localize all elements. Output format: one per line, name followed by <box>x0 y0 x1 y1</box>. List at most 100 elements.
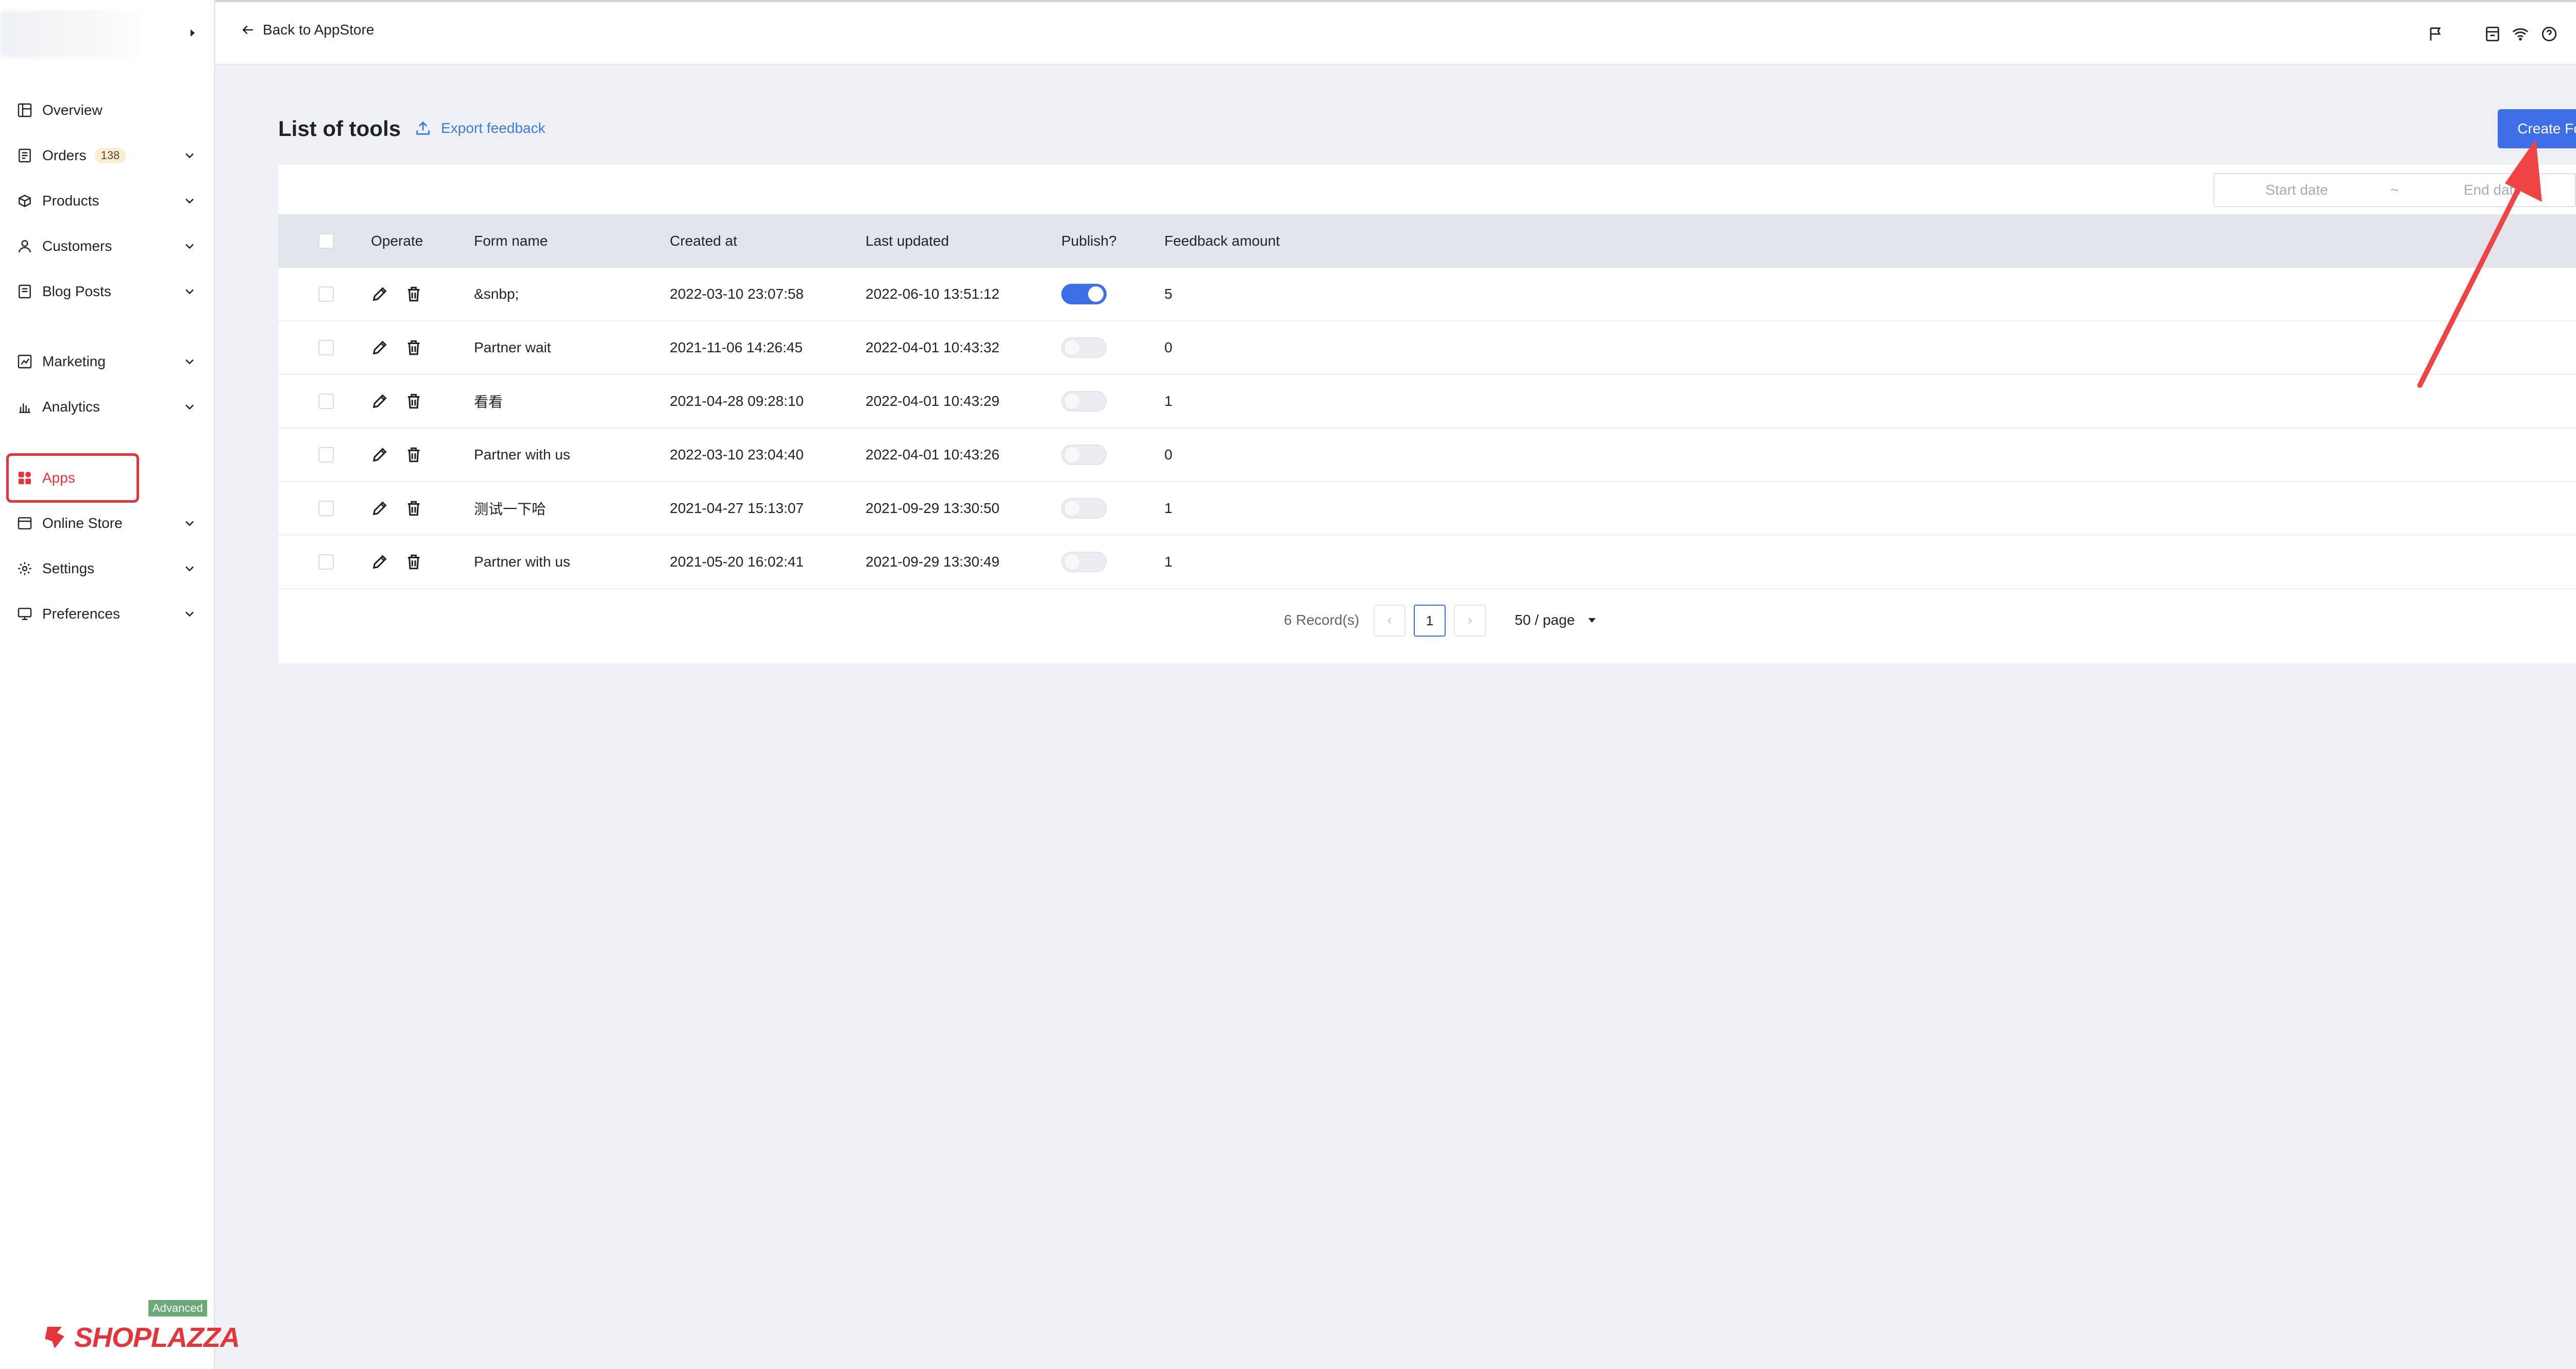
row-checkbox[interactable] <box>318 340 334 355</box>
date-separator: ~ <box>2390 182 2399 198</box>
publish-toggle[interactable] <box>1061 284 1107 304</box>
delete-icon[interactable] <box>405 339 422 356</box>
products-icon <box>15 192 34 210</box>
sidebar-item-orders[interactable]: Orders 138 <box>0 133 215 178</box>
chevron-down-icon[interactable] <box>182 607 197 621</box>
publish-toggle[interactable] <box>1061 444 1107 465</box>
form-name-cell: 测试一下哈 <box>474 501 547 517</box>
create-form-button[interactable]: Create Form <box>2498 109 2576 148</box>
form-name-cell: Partner with us <box>474 554 570 570</box>
last-updated-cell: 2022-04-01 10:43:32 <box>866 339 999 355</box>
select-all-checkbox[interactable] <box>318 233 334 249</box>
toggle-knob <box>1064 340 1080 355</box>
app-root: Overview Orders 138 Products Customers B… <box>0 0 2576 1369</box>
table-row: Partner wait 2021-11-06 14:26:45 2022-04-0… <box>278 321 2576 375</box>
sidebar-item-settings[interactable]: Settings <box>0 546 215 591</box>
tools-table-card: Start date ~ End date Operate Form name … <box>278 165 2576 663</box>
row-checkbox[interactable] <box>318 393 334 409</box>
start-date-input[interactable]: Start date <box>2214 182 2379 198</box>
page-number-button[interactable]: 1 <box>1414 605 1446 637</box>
shoplazza-logo-icon <box>45 1327 64 1348</box>
delete-icon[interactable] <box>405 500 422 517</box>
table-row: &snbp; 2022-03-10 23:07:58 2022-06-10 13:5… <box>278 268 2576 321</box>
header-feedback-amount: Feedback amount <box>1164 233 1280 249</box>
publish-toggle[interactable] <box>1061 337 1107 358</box>
row-checkbox[interactable] <box>318 447 334 463</box>
delete-icon[interactable] <box>405 446 422 464</box>
sidebar-item-preferences[interactable]: Preferences <box>0 591 215 637</box>
chevron-down-icon[interactable] <box>182 354 197 369</box>
back-label: Back to AppStore <box>263 22 375 38</box>
row-checkbox[interactable] <box>318 554 334 570</box>
toggle-knob <box>1088 286 1104 302</box>
brand-name: SHOPLAZZA <box>74 1322 240 1353</box>
dashboard-icon <box>15 101 34 119</box>
delete-icon[interactable] <box>405 553 422 571</box>
pagination: 6 Record(s) 1 50 / page <box>278 602 2576 643</box>
sidebar-item-apps[interactable]: Apps <box>0 453 215 503</box>
sidebar-item-analytics[interactable]: Analytics <box>0 384 215 430</box>
edit-icon[interactable] <box>371 446 388 464</box>
store-icon[interactable] <box>2482 24 2503 44</box>
last-updated-cell: 2021-09-29 13:30:50 <box>866 500 999 516</box>
chevron-right-icon <box>1468 618 1472 624</box>
store-icon <box>15 514 34 533</box>
feedback-amount-cell: 5 <box>1164 286 1173 302</box>
publish-toggle[interactable] <box>1061 552 1107 572</box>
analytics-icon <box>15 398 34 416</box>
wifi-icon[interactable] <box>2510 24 2531 44</box>
chevron-down-icon[interactable] <box>182 400 197 414</box>
next-page-button[interactable] <box>1454 605 1486 637</box>
sidebar-item-label: Preferences <box>42 606 120 622</box>
date-range-picker[interactable]: Start date ~ End date <box>2213 173 2576 207</box>
edit-icon[interactable] <box>371 392 388 410</box>
monitor-icon <box>15 605 34 623</box>
publish-toggle[interactable] <box>1061 391 1107 412</box>
chevron-down-icon[interactable] <box>182 194 197 208</box>
edit-icon[interactable] <box>371 500 388 517</box>
form-name-cell: Partner wait <box>474 339 551 355</box>
chevron-down-icon[interactable] <box>182 284 197 299</box>
delete-icon[interactable] <box>405 285 422 303</box>
edit-icon[interactable] <box>371 553 388 571</box>
sidebar-item-label: Overview <box>42 102 103 118</box>
end-date-input[interactable]: End date <box>2410 182 2575 198</box>
publish-toggle[interactable] <box>1061 498 1107 519</box>
sidebar-toggle-icon[interactable] <box>187 26 199 40</box>
sidebar-item-marketing[interactable]: Marketing <box>0 339 215 384</box>
sidebar-item-label: Orders <box>42 147 87 163</box>
back-to-appstore-link[interactable]: Back to AppStore <box>240 22 374 38</box>
created-at-cell: 2022-03-10 23:07:58 <box>670 286 804 302</box>
feedback-amount-cell: 0 <box>1164 339 1173 355</box>
sidebar-item-customers[interactable]: Customers <box>0 224 215 269</box>
row-checkbox[interactable] <box>318 286 334 302</box>
toggle-knob <box>1064 447 1080 463</box>
sidebar-item-label: Customers <box>42 238 112 254</box>
chevron-down-icon[interactable] <box>182 561 197 576</box>
sidebar-item-label: Settings <box>42 560 95 576</box>
sidebar-item-overview[interactable]: Overview <box>0 88 215 133</box>
chevron-down-icon[interactable] <box>182 148 197 163</box>
form-name-cell: 看看 <box>474 394 503 410</box>
export-feedback-link[interactable]: Export feedback <box>414 119 545 137</box>
delete-icon[interactable] <box>405 392 422 410</box>
sidebar-item-products[interactable]: Products <box>0 178 215 224</box>
created-at-cell: 2021-05-20 16:02:41 <box>670 554 804 570</box>
row-checkbox[interactable] <box>318 501 334 516</box>
sidebar-item-online-store[interactable]: Online Store <box>0 501 215 546</box>
chevron-down-icon[interactable] <box>182 239 197 253</box>
edit-icon[interactable] <box>371 285 388 303</box>
sidebar-item-blog-posts[interactable]: Blog Posts <box>0 269 215 314</box>
page-size-label: 50 / page <box>1515 612 1575 628</box>
feedback-amount-cell: 0 <box>1164 447 1173 463</box>
prev-page-button[interactable] <box>1374 605 1405 637</box>
flag-icon[interactable] <box>2426 24 2446 44</box>
page-size-select[interactable]: 50 / page <box>1515 612 1597 628</box>
apps-icon <box>15 469 34 487</box>
edit-icon[interactable] <box>371 339 388 356</box>
help-icon[interactable] <box>2539 24 2560 44</box>
feedback-amount-cell: 1 <box>1164 554 1173 570</box>
last-updated-cell: 2022-04-01 10:43:29 <box>866 393 999 409</box>
chevron-down-icon[interactable] <box>182 516 197 531</box>
